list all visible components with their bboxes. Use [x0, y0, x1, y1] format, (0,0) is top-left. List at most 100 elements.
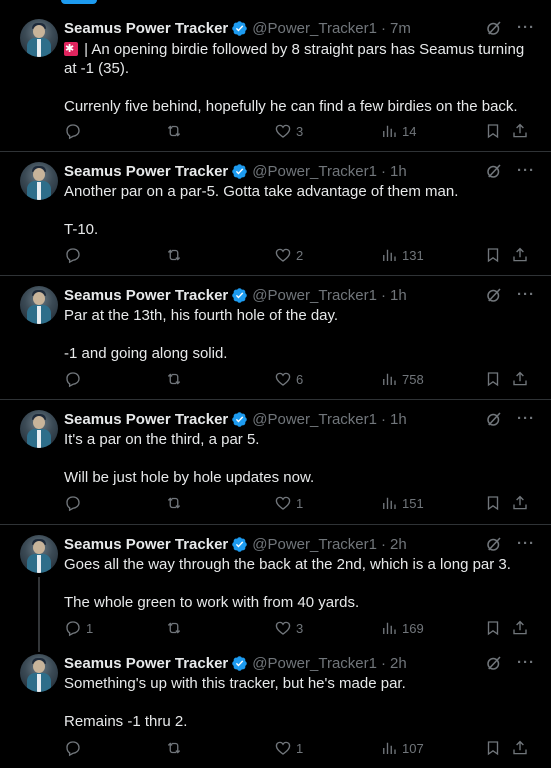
views-button[interactable]: 14	[380, 121, 416, 141]
handle[interactable]: @Power_Tracker1	[252, 163, 377, 180]
share-button[interactable]	[511, 493, 529, 513]
tweet-text-body: Currenly five behind, hopefully he can f…	[64, 98, 518, 115]
handle[interactable]: @Power_Tracker1	[252, 20, 377, 37]
timestamp[interactable]: 7m	[390, 20, 411, 37]
like-button[interactable]: 6	[274, 369, 303, 389]
views-icon	[383, 497, 396, 509]
views-button[interactable]: 151	[380, 493, 424, 513]
tweet-header: Seamus Power Tracker @Power_Tracker1 · 1…	[64, 409, 535, 429]
grok-icon[interactable]	[485, 286, 503, 304]
share-button[interactable]	[511, 245, 529, 265]
handle[interactable]: @Power_Tracker1	[252, 655, 377, 672]
more-icon[interactable]: ···	[517, 287, 535, 302]
tweet[interactable]: Seamus Power Tracker @Power_Tracker1 · 1…	[0, 399, 551, 524]
more-icon[interactable]: ···	[517, 163, 535, 178]
views-count: 758	[402, 371, 424, 387]
avatar[interactable]	[20, 535, 58, 573]
bookmark-button[interactable]	[484, 618, 502, 638]
share-button[interactable]	[511, 618, 529, 638]
verified-badge-icon	[232, 20, 248, 36]
bookmark-button[interactable]	[484, 493, 502, 513]
timestamp[interactable]: 1h	[390, 287, 407, 304]
verified-badge-icon	[232, 163, 248, 179]
grok-icon[interactable]	[485, 654, 503, 672]
reply-button[interactable]	[64, 121, 86, 141]
handle[interactable]: @Power_Tracker1	[252, 536, 377, 553]
like-icon	[275, 741, 291, 755]
bookmark-button[interactable]	[484, 245, 502, 265]
timestamp[interactable]: 1h	[390, 163, 407, 180]
more-icon[interactable]: ···	[517, 536, 535, 551]
like-button[interactable]: 1	[274, 493, 303, 513]
grok-icon[interactable]	[485, 535, 503, 553]
retweet-button[interactable]	[165, 121, 187, 141]
reply-icon	[66, 372, 80, 388]
display-name[interactable]: Seamus Power Tracker	[64, 655, 228, 672]
tweet-actions: 1 151	[64, 493, 535, 513]
avatar[interactable]	[20, 19, 58, 57]
like-button[interactable]: 3	[274, 121, 303, 141]
views-button[interactable]: 758	[380, 369, 424, 389]
tweet[interactable]: Seamus Power Tracker @Power_Tracker1 · 1…	[0, 275, 551, 399]
handle[interactable]: @Power_Tracker1	[252, 411, 377, 428]
like-count: 6	[296, 371, 304, 387]
share-icon	[513, 740, 527, 755]
handle[interactable]: @Power_Tracker1	[252, 287, 377, 304]
retweet-button[interactable]	[165, 245, 183, 265]
like-button[interactable]: 1	[274, 738, 303, 758]
retweet-button[interactable]	[165, 493, 183, 513]
retweet-button[interactable]	[165, 738, 183, 758]
reply-button[interactable]: 1	[64, 618, 93, 638]
like-count: 2	[296, 247, 304, 263]
timestamp[interactable]: 1h	[390, 411, 407, 428]
tweet-text: Par at the 13th, his fourth hole of the …	[64, 307, 339, 362]
views-icon	[383, 742, 396, 754]
grok-icon[interactable]	[485, 410, 503, 428]
tweet[interactable]: Seamus Power Tracker @Power_Tracker1 · 7…	[0, 8, 551, 151]
more-icon[interactable]: ···	[517, 20, 535, 35]
retweet-button[interactable]	[165, 369, 183, 389]
reply-button[interactable]	[64, 369, 86, 389]
display-name[interactable]: Seamus Power Tracker	[64, 287, 228, 304]
reply-button[interactable]	[64, 493, 86, 513]
tweet[interactable]: Seamus Power Tracker @Power_Tracker1 · 2…	[0, 646, 551, 768]
more-icon[interactable]: ···	[517, 411, 535, 426]
display-name[interactable]: Seamus Power Tracker	[64, 411, 228, 428]
reply-button[interactable]	[64, 738, 86, 758]
like-button[interactable]: 2	[274, 245, 303, 265]
views-button[interactable]: 131	[380, 245, 424, 265]
share-icon	[513, 247, 527, 262]
retweet-button[interactable]	[165, 618, 183, 638]
tweet[interactable]: Seamus Power Tracker @Power_Tracker1 · 1…	[0, 151, 551, 275]
tweet-header: Seamus Power Tracker @Power_Tracker1 · 7…	[64, 18, 535, 38]
bookmark-button[interactable]	[484, 369, 502, 389]
like-button[interactable]: 3	[274, 618, 303, 638]
avatar[interactable]	[20, 286, 58, 324]
reply-icon	[66, 741, 80, 757]
bookmark-button[interactable]	[484, 738, 502, 758]
share-button[interactable]	[511, 121, 529, 141]
avatar[interactable]	[20, 162, 58, 200]
views-count: 131	[402, 247, 424, 263]
share-button[interactable]	[511, 369, 529, 389]
thread-connector-line	[38, 646, 40, 652]
more-icon[interactable]: ···	[517, 655, 535, 670]
timestamp[interactable]: 2h	[390, 536, 407, 553]
views-button[interactable]: 169	[380, 618, 424, 638]
timestamp[interactable]: 2h	[390, 655, 407, 672]
views-button[interactable]: 107	[380, 738, 424, 758]
avatar[interactable]	[20, 410, 58, 448]
verified-badge-icon	[232, 411, 248, 427]
tweet[interactable]: Seamus Power Tracker @Power_Tracker1 · 2…	[0, 524, 551, 647]
grok-icon[interactable]	[485, 19, 503, 37]
reply-button[interactable]	[64, 245, 86, 265]
bookmark-button[interactable]	[484, 121, 502, 141]
display-name[interactable]: Seamus Power Tracker	[64, 536, 228, 553]
tweet-actions: 1 3 169	[64, 618, 535, 638]
avatar[interactable]	[20, 654, 58, 692]
grok-icon[interactable]	[485, 162, 503, 180]
share-button[interactable]	[511, 738, 529, 758]
like-count: 3	[296, 123, 304, 139]
display-name[interactable]: Seamus Power Tracker	[64, 163, 228, 180]
display-name[interactable]: Seamus Power Tracker	[64, 20, 228, 37]
